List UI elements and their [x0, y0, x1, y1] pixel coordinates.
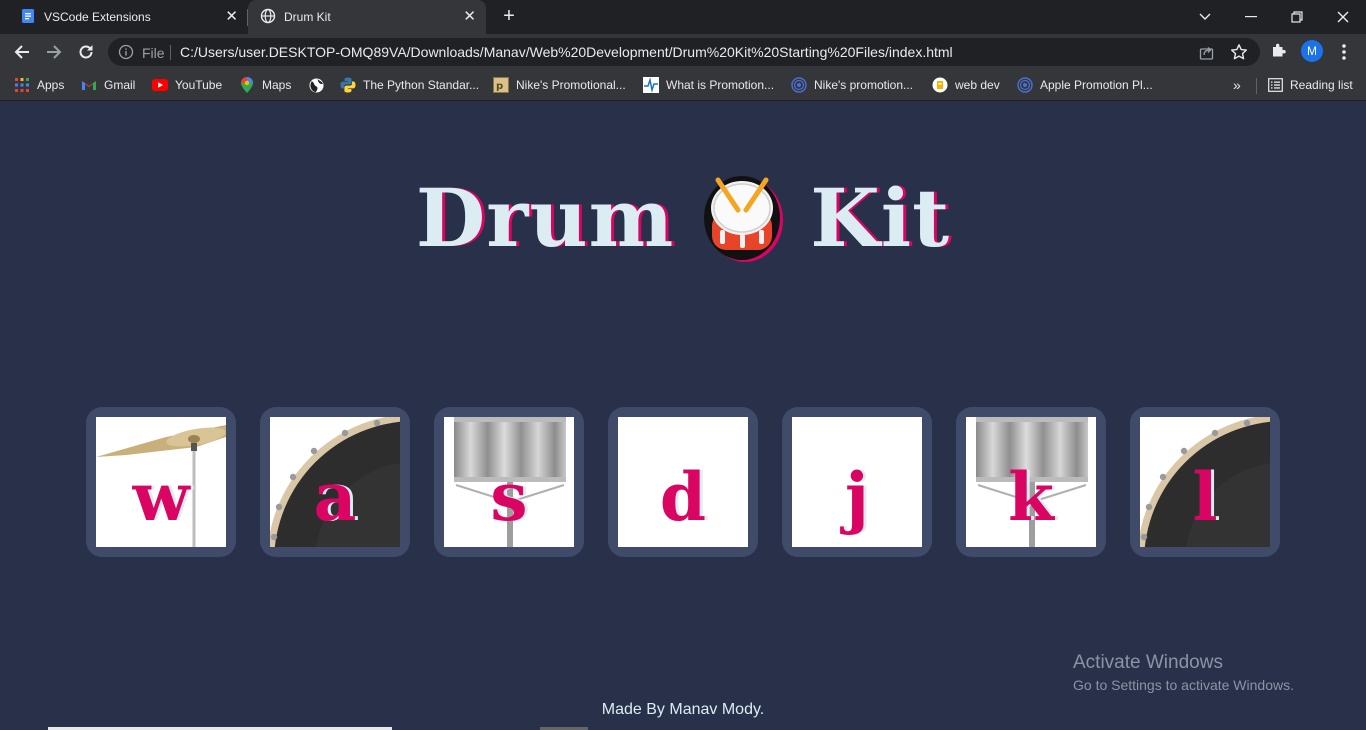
- drum-key-label: j: [845, 458, 869, 536]
- forward-icon[interactable]: [41, 39, 67, 65]
- reading-list-label: Reading list: [1290, 78, 1353, 92]
- reading-list-icon: [1267, 77, 1283, 93]
- drum-button-j[interactable]: j: [782, 407, 932, 557]
- drum-emoji-icon: [704, 176, 784, 262]
- bookmark-label: Nike's promotion...: [814, 78, 913, 92]
- pulse-icon: [643, 77, 659, 93]
- more-menu-icon[interactable]: [1334, 40, 1354, 64]
- restore-icon[interactable]: [1274, 4, 1320, 30]
- bookmark-gmail[interactable]: Gmail: [81, 76, 135, 94]
- globe-icon: [308, 77, 324, 93]
- share-icon[interactable]: [1198, 43, 1216, 66]
- bookmark-label: The Python Standar...: [363, 78, 480, 92]
- bookmark-nike-promotion[interactable]: Nike's promotion...: [791, 76, 913, 94]
- title-left-word: Drum: [415, 171, 675, 265]
- python-icon: [340, 77, 356, 93]
- address-separator: [170, 45, 171, 60]
- close-icon[interactable]: ✕: [463, 8, 476, 25]
- drum-key-label: l: [1192, 458, 1218, 536]
- more-bookmarks-icon[interactable]: »: [1233, 77, 1241, 93]
- drum-button-a[interactable]: a: [260, 407, 410, 557]
- footer-credit: Made By Manav Mody.: [601, 701, 765, 718]
- globe-icon: [260, 8, 276, 27]
- bookmarks-bar: Apps Gmail YouTube Maps The Python Stand…: [0, 70, 1366, 101]
- back-icon[interactable]: [9, 39, 35, 65]
- bookmark-apple-promotion[interactable]: Apple Promotion Pl...: [1017, 76, 1153, 94]
- drum-face: s: [444, 417, 574, 547]
- reload-icon[interactable]: [73, 39, 99, 65]
- tab-title: Drum Kit: [284, 10, 331, 24]
- gmail-icon: [81, 77, 97, 93]
- close-icon[interactable]: ✕: [225, 8, 238, 25]
- bookmark-python[interactable]: The Python Standar...: [340, 76, 479, 94]
- bookmark-label: Nike's Promotional...: [516, 78, 626, 92]
- bookmark-label: YouTube: [175, 78, 223, 92]
- folder-badge-icon: [932, 77, 948, 93]
- url-text[interactable]: C:/Users/user.DESKTOP-OMQ89VA/Downloads/…: [180, 44, 953, 60]
- address-bar[interactable]: File C:/Users/user.DESKTOP-OMQ89VA/Downl…: [108, 38, 1260, 66]
- maps-pin-icon: [239, 77, 255, 93]
- activate-windows-subtitle: Go to Settings to activate Windows.: [1073, 677, 1294, 693]
- bookmark-label: web dev: [955, 78, 1000, 92]
- site-favicon-icon: p: [493, 77, 509, 93]
- bookmark-label: Gmail: [104, 78, 136, 92]
- scheme-label: File: [142, 45, 165, 61]
- bookmark-label: What is Promotion...: [666, 78, 775, 92]
- circle-logo-icon: [791, 77, 807, 93]
- bookmark-label: Apple Promotion Pl...: [1040, 78, 1153, 92]
- circle-logo-icon: [1017, 77, 1033, 93]
- bookmark-globe[interactable]: [308, 76, 331, 94]
- drum-face: j: [792, 417, 922, 547]
- tab-title: VSCode Extensions: [44, 10, 151, 24]
- drum-button-d[interactable]: d: [608, 407, 758, 557]
- bookmark-star-icon[interactable]: [1230, 43, 1248, 66]
- bookmark-web-dev[interactable]: web dev: [932, 76, 1000, 94]
- page-content: Drum Kit w a s d j k l Activate Windows …: [0, 102, 1366, 730]
- bookmark-youtube[interactable]: YouTube: [152, 76, 222, 94]
- drum-key-label: k: [1008, 458, 1054, 536]
- new-tab-button[interactable]: +: [496, 5, 522, 29]
- drum-key-label: d: [659, 458, 707, 536]
- docs-icon: [20, 8, 36, 27]
- drum-face: w: [96, 417, 226, 547]
- drum-button-l[interactable]: l: [1130, 407, 1280, 557]
- drum-key-label: a: [313, 458, 357, 536]
- close-window-icon[interactable]: [1320, 4, 1366, 30]
- drum-button-s[interactable]: s: [434, 407, 584, 557]
- title-right-word: Kit: [810, 171, 951, 265]
- drum-button-k[interactable]: k: [956, 407, 1106, 557]
- bookmark-label: Maps: [262, 78, 292, 92]
- bookmark-what-is-promotion[interactable]: What is Promotion...: [643, 76, 774, 94]
- page-title: Drum Kit: [0, 168, 1366, 268]
- extensions-puzzle-icon[interactable]: [1270, 41, 1288, 64]
- bookmarks-divider: [1256, 78, 1257, 94]
- bookmark-maps[interactable]: Maps: [239, 76, 291, 94]
- activate-windows-title: Activate Windows: [1073, 652, 1223, 673]
- info-icon[interactable]: [118, 44, 134, 65]
- drum-face: a: [270, 417, 400, 547]
- tab-strip: VSCode Extensions ✕ Drum Kit ✕ +: [0, 0, 1366, 34]
- bookmark-nike-promotional[interactable]: p Nike's Promotional...: [493, 76, 626, 94]
- drum-face: k: [966, 417, 1096, 547]
- tab-search-icon[interactable]: [1182, 4, 1228, 30]
- youtube-icon: [152, 77, 168, 93]
- drum-button-w[interactable]: w: [86, 407, 236, 557]
- drum-key-label: s: [490, 458, 528, 536]
- reading-list-button[interactable]: Reading list: [1267, 76, 1353, 94]
- bookmark-apps[interactable]: Apps: [14, 76, 64, 94]
- profile-avatar[interactable]: M: [1301, 40, 1323, 62]
- drum-face: l: [1140, 417, 1270, 547]
- tab-drum-kit[interactable]: Drum Kit ✕: [248, 0, 486, 34]
- tab-vscode-extensions[interactable]: VSCode Extensions ✕: [8, 0, 248, 34]
- svg-text:p: p: [496, 81, 503, 92]
- apps-grid-icon: [14, 77, 30, 93]
- browser-toolbar: File C:/Users/user.DESKTOP-OMQ89VA/Downl…: [0, 34, 1366, 70]
- drum-key-label: w: [132, 458, 190, 536]
- minimize-icon[interactable]: [1228, 4, 1274, 30]
- drum-face: d: [618, 417, 748, 547]
- bookmark-label: Apps: [37, 78, 65, 92]
